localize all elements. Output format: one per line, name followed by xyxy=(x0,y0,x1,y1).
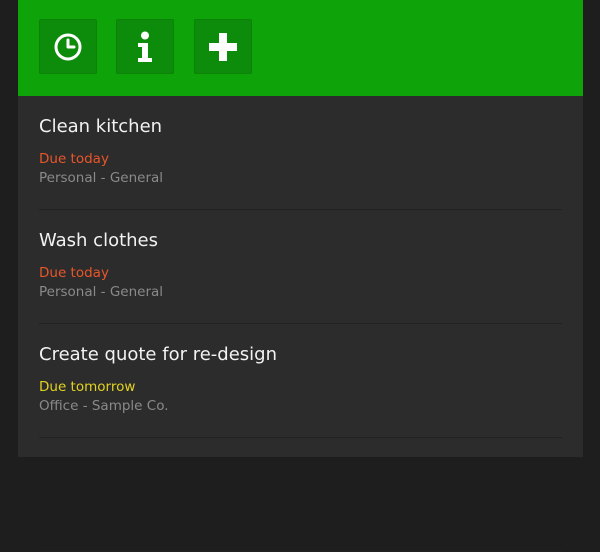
task-list: Clean kitchen Due today Personal - Gener… xyxy=(18,96,583,552)
task-title: Clean kitchen xyxy=(39,116,163,137)
task-title: Create quote for re-design xyxy=(39,344,277,365)
add-task-button[interactable] xyxy=(194,19,252,74)
task-item[interactable] xyxy=(39,438,562,552)
task-category: Personal - General xyxy=(39,284,164,300)
task-item[interactable]: Clean kitchen Due today Personal - Gener… xyxy=(39,96,562,210)
task-category: Personal - General xyxy=(39,170,164,186)
toolbar xyxy=(18,0,583,96)
task-category: Office - Sample Co. xyxy=(39,398,169,414)
info-icon xyxy=(135,31,155,63)
task-title: Wash clothes xyxy=(39,230,159,251)
task-due-status: Due today xyxy=(39,151,109,167)
clock-icon xyxy=(53,32,83,62)
task-item[interactable]: Wash clothes Due today Personal - Genera… xyxy=(39,210,562,324)
task-item[interactable]: Create quote for re-design Due tomorrow … xyxy=(39,324,562,438)
task-due-status: Due today xyxy=(39,265,109,281)
app-window: Clean kitchen Due today Personal - Gener… xyxy=(18,0,583,552)
plus-icon xyxy=(207,31,239,63)
info-button[interactable] xyxy=(116,19,174,74)
history-button[interactable] xyxy=(39,19,97,74)
task-due-status: Due tomorrow xyxy=(39,379,136,395)
